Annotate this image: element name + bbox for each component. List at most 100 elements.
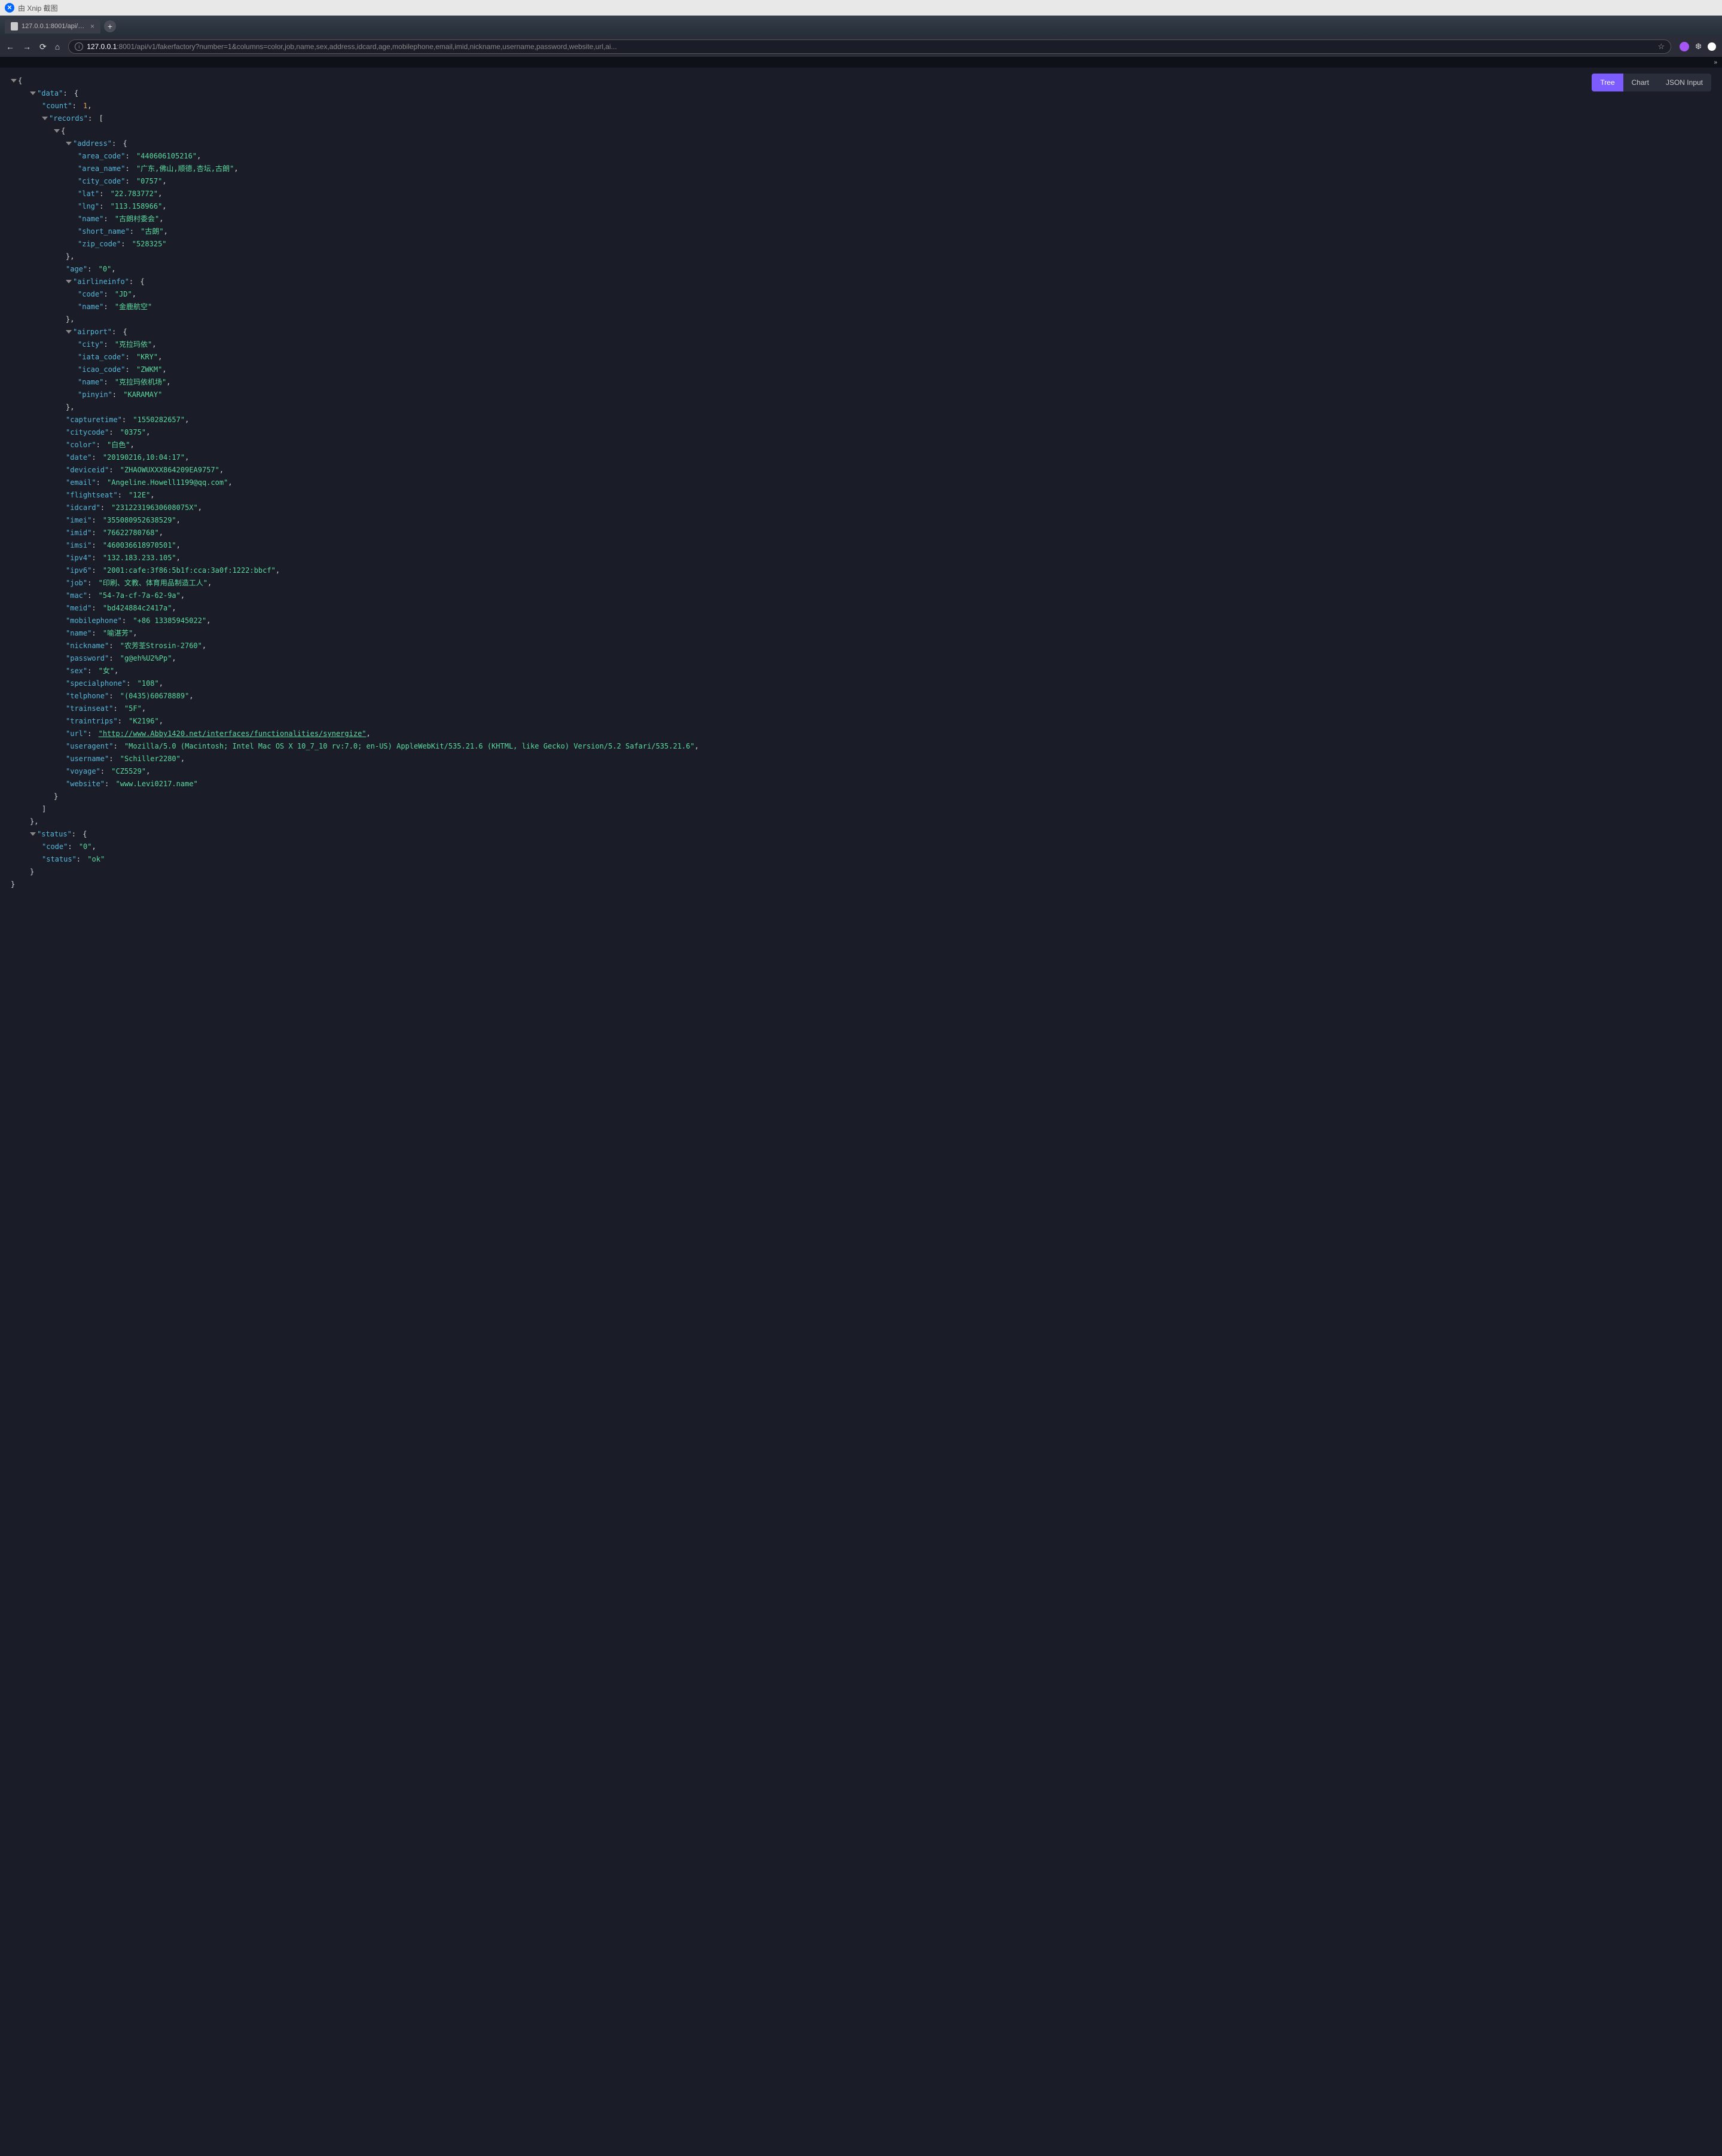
json-row[interactable]: ] [11,803,1711,816]
json-row[interactable]: "city": "克拉玛依", [11,338,1711,351]
url-link[interactable]: "http://www.Abby1420.net/interfaces/func… [99,729,367,738]
json-row[interactable]: "color": "白色", [11,439,1711,451]
json-row[interactable]: "airport": { [11,326,1711,338]
collapse-icon[interactable] [66,142,72,145]
json-row[interactable]: "useragent": "Mozilla/5.0 (Macintosh; In… [11,740,1711,753]
json-row[interactable]: "nickname": "农芳荃Strosin-2760", [11,640,1711,652]
json-row[interactable]: "imsi": "460036618970501", [11,539,1711,552]
info-icon[interactable]: i [75,42,83,51]
json-row[interactable]: } [11,878,1711,891]
json-row[interactable]: "idcard": "23122319630608075X", [11,502,1711,514]
json-row[interactable]: "citycode": "0375", [11,426,1711,439]
json-row[interactable]: "data": { [11,87,1711,100]
toolbar: ← → ⟳ ⌂ i 127.0.0.1:8001/api/v1/fakerfac… [0,36,1722,57]
json-row[interactable]: "telphone": "(0435)60678889", [11,690,1711,703]
json-row[interactable]: "traintrips": "K2196", [11,715,1711,728]
collapse-icon[interactable] [66,330,72,334]
json-row[interactable]: "records": [ [11,112,1711,125]
forward-icon[interactable]: → [23,42,31,51]
json-row[interactable]: "mac": "54-7a-cf-7a-62-9a", [11,590,1711,602]
reload-icon[interactable]: ⟳ [39,42,47,52]
close-icon[interactable]: × [90,22,94,30]
json-row[interactable]: "lng": "113.158966", [11,200,1711,213]
json-row[interactable]: "ipv4": "132.183.233.105", [11,552,1711,564]
json-row[interactable]: "url": "http://www.Abby1420.net/interfac… [11,728,1711,740]
json-row[interactable]: "imei": "355080952638529", [11,514,1711,527]
collapse-icon[interactable] [30,91,36,95]
avatar[interactable] [1680,42,1689,51]
json-row[interactable]: { [11,125,1711,138]
json-row[interactable]: }, [11,816,1711,828]
collapse-icon[interactable] [66,280,72,283]
json-row[interactable]: "deviceid": "ZHAOWUXXX864209EA9757", [11,464,1711,477]
json-row[interactable]: "city_code": "0757", [11,175,1711,188]
json-row[interactable]: "meid": "bd424884c2417a", [11,602,1711,615]
json-row[interactable]: "voyage": "CZ5529", [11,765,1711,778]
chevron-icon[interactable]: » [1709,57,1722,68]
json-row[interactable]: "short_name": "古朗", [11,225,1711,238]
bookmark-bar: » [0,57,1722,68]
collapse-icon[interactable] [54,129,60,133]
json-row[interactable]: "status": "ok" [11,853,1711,866]
extension-icon[interactable]: ❆ [1695,42,1702,51]
json-row[interactable]: "name": "喻湛芳", [11,627,1711,640]
json-row[interactable]: "email": "Angeline.Howell1199@qq.com", [11,477,1711,489]
json-row[interactable]: }, [11,313,1711,326]
json-row[interactable]: "date": "20190216,10:04:17", [11,451,1711,464]
collapse-icon[interactable] [11,79,17,83]
collapse-icon[interactable] [42,117,48,120]
json-row[interactable]: }, [11,401,1711,414]
json-row[interactable]: "ipv6": "2001:cafe:3f86:5b1f:cca:3a0f:12… [11,564,1711,577]
json-row[interactable]: "job": "印刷、文教、体育用品制造工人", [11,577,1711,590]
json-row[interactable]: "name": "金鹿航空" [11,301,1711,313]
browser-tab[interactable]: 127.0.0.1:8001/api/v1/fakerfac... × [5,19,100,33]
json-row[interactable]: "code": "JD", [11,288,1711,301]
url-text: 127.0.0.1:8001/api/v1/fakerfactory?numbe… [87,42,1654,51]
json-row[interactable]: } [11,866,1711,878]
back-icon[interactable]: ← [6,42,14,51]
json-tree: { "data": { "count": 1, "records": [ { "… [11,75,1711,891]
json-row[interactable]: "area_name": "广东,佛山,顺德,杏坛,古朗", [11,163,1711,175]
bookmark-icon[interactable]: ☆ [1657,42,1665,51]
json-row[interactable]: "zip_code": "528325" [11,238,1711,251]
json-row[interactable]: "sex": "女", [11,665,1711,677]
home-icon[interactable]: ⌂ [55,42,60,51]
json-row[interactable]: "website": "www.Levi0217.name" [11,778,1711,790]
json-row[interactable]: "status": { [11,828,1711,841]
json-row[interactable]: "lat": "22.783772", [11,188,1711,200]
json-row[interactable]: "name": "克拉玛依机场", [11,376,1711,389]
json-row[interactable]: { [11,75,1711,87]
json-row[interactable]: "password": "g@eh%U2%Pp", [11,652,1711,665]
json-row[interactable]: "capturetime": "1550282657", [11,414,1711,426]
json-row[interactable]: }, [11,251,1711,263]
json-row[interactable]: } [11,790,1711,803]
titlebar-text: 由 Xnip 截图 [18,3,58,13]
json-row[interactable]: "name": "古朗村委会", [11,213,1711,225]
json-row[interactable]: "icao_code": "ZWKM", [11,364,1711,376]
json-row[interactable]: "address": { [11,138,1711,150]
xnip-icon: ✕ [5,3,14,13]
json-row[interactable]: "iata_code": "KRY", [11,351,1711,364]
json-row[interactable]: "imid": "76622780768", [11,527,1711,539]
address-bar[interactable]: i 127.0.0.1:8001/api/v1/fakerfactory?num… [68,39,1671,54]
json-row[interactable]: "trainseat": "5F", [11,703,1711,715]
new-tab-button[interactable]: + [104,20,116,32]
tabstrip: 127.0.0.1:8001/api/v1/fakerfac... × + [0,16,1722,36]
collapse-icon[interactable] [30,832,36,836]
json-row[interactable]: "code": "0", [11,841,1711,853]
tab-title: 127.0.0.1:8001/api/v1/fakerfac... [22,23,87,30]
json-row[interactable]: "count": 1, [11,100,1711,112]
page-icon [11,22,18,30]
json-row[interactable]: "airlineinfo": { [11,276,1711,288]
json-row[interactable]: "area_code": "440606105216", [11,150,1711,163]
json-row[interactable]: "mobilephone": "+86 13385945022", [11,615,1711,627]
titlebar: ✕ 由 Xnip 截图 [0,0,1722,16]
json-row[interactable]: "flightseat": "12E", [11,489,1711,502]
json-row[interactable]: "username": "Schiller2280", [11,753,1711,765]
json-row[interactable]: "specialphone": "108", [11,677,1711,690]
json-row[interactable]: "age": "0", [11,263,1711,276]
toolbar-right: ❆ [1680,42,1716,51]
page-content: Tree Chart JSON Input { "data": { "count… [0,68,1722,909]
json-row[interactable]: "pinyin": "KARAMAY" [11,389,1711,401]
circle-icon[interactable] [1708,42,1716,51]
